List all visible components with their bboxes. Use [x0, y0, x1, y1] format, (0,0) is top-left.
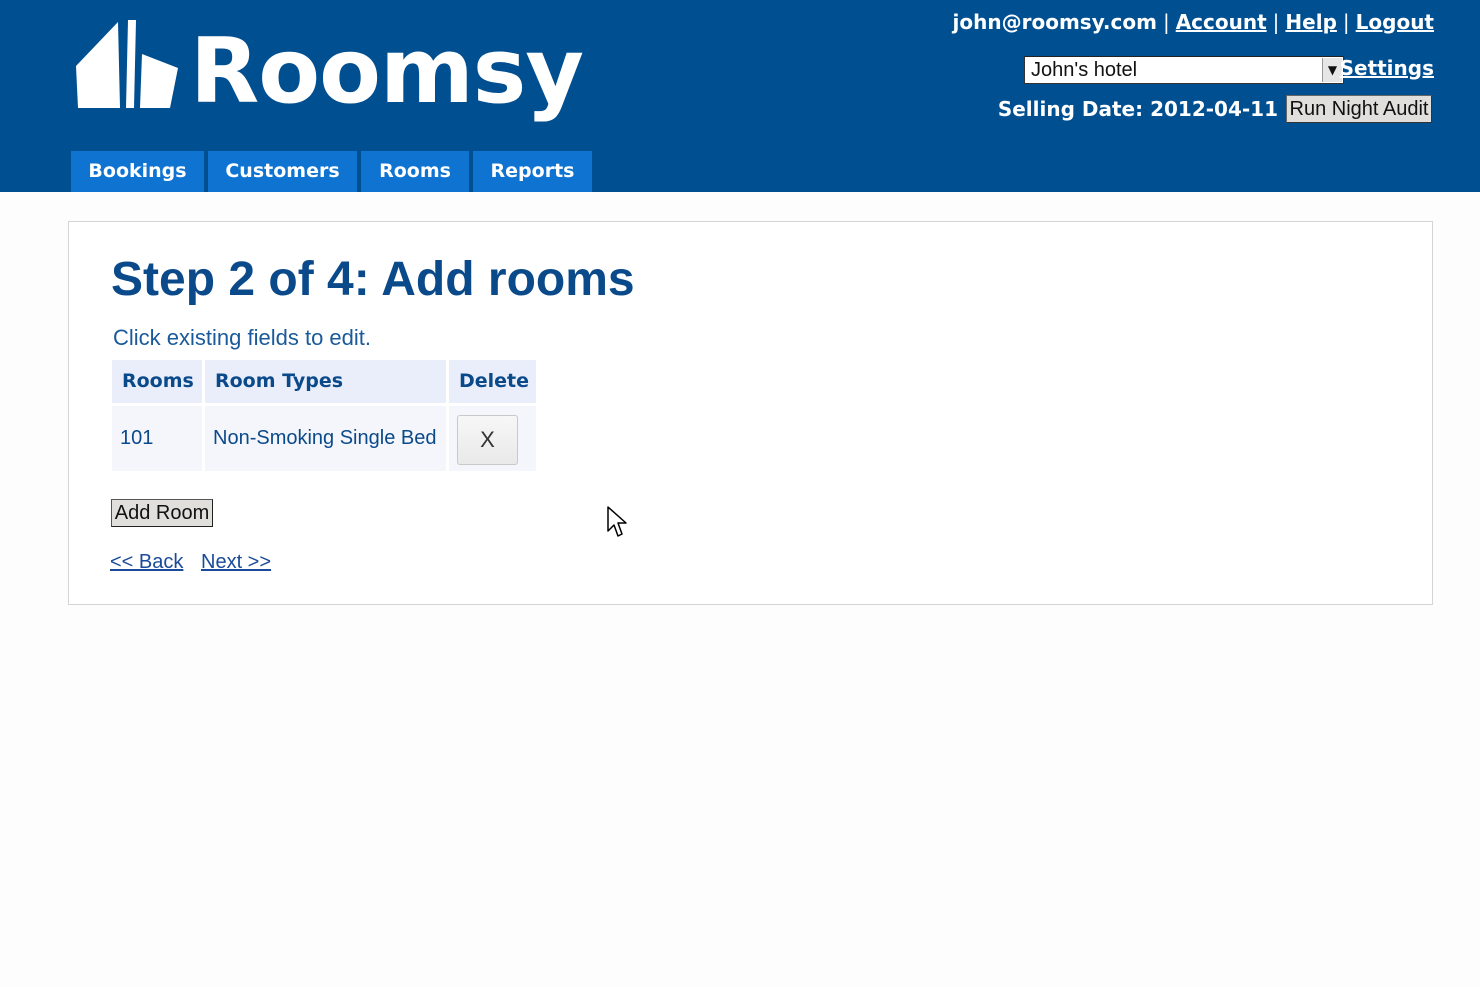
- add-room-button[interactable]: Add Room: [111, 499, 213, 527]
- tab-rooms[interactable]: Rooms: [361, 151, 469, 192]
- settings-link[interactable]: Settings: [1340, 56, 1434, 80]
- room-type-cell[interactable]: Non-Smoking Single Bed: [205, 406, 446, 471]
- hotel-select[interactable]: John's hotel ▼: [1024, 56, 1344, 84]
- hotel-select-value: John's hotel: [1031, 59, 1138, 81]
- content-panel: Step 2 of 4: Add rooms Click existing fi…: [68, 221, 1433, 605]
- logout-link[interactable]: Logout: [1356, 10, 1434, 34]
- tab-customers[interactable]: Customers: [208, 151, 357, 192]
- user-email: john@roomsy.com: [952, 10, 1157, 34]
- tab-reports[interactable]: Reports: [473, 151, 592, 192]
- back-link[interactable]: << Back: [110, 551, 183, 574]
- delete-room-button[interactable]: X: [457, 415, 518, 465]
- selling-date: Selling Date: 2012-04-11: [997, 97, 1278, 121]
- separator: |: [1272, 10, 1280, 34]
- room-number-cell[interactable]: 101: [112, 406, 202, 471]
- column-header-delete: Delete: [449, 360, 536, 403]
- user-links: john@roomsy.com | Account | Help | Logout: [953, 10, 1434, 34]
- tab-bookings[interactable]: Bookings: [71, 151, 204, 192]
- roomsy-logo-icon: [76, 20, 178, 108]
- account-link[interactable]: Account: [1176, 10, 1267, 34]
- edit-hint: Click existing fields to edit.: [113, 325, 371, 350]
- separator: |: [1342, 10, 1350, 34]
- column-header-room-types: Room Types: [205, 360, 446, 403]
- top-header: Roomsy john@roomsy.com | Account | Help | Logo…: [0, 0, 1480, 192]
- help-link[interactable]: Help: [1285, 10, 1336, 34]
- run-night-audit-button[interactable]: Run Night Audit: [1286, 95, 1432, 123]
- brand-name: Roomsy: [190, 19, 584, 124]
- next-link[interactable]: Next >>: [201, 551, 271, 574]
- page-title: Step 2 of 4: Add rooms: [111, 253, 635, 306]
- mouse-pointer-icon: [607, 506, 627, 537]
- column-header-rooms: Rooms: [112, 360, 202, 403]
- separator: |: [1162, 10, 1170, 34]
